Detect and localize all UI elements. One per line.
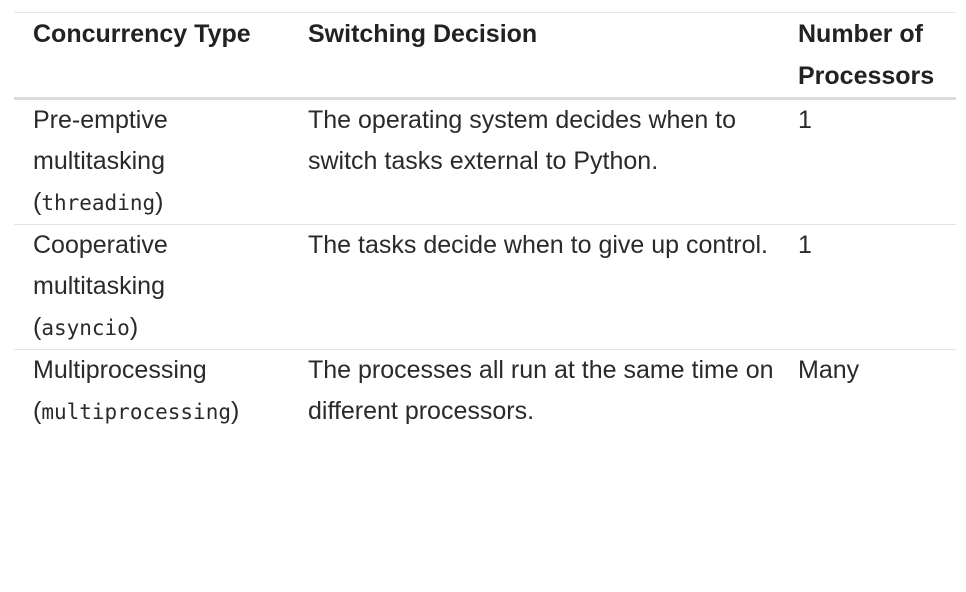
header-concurrency-type: Concurrency Type	[14, 13, 308, 100]
module-paren-close: )	[155, 188, 164, 216]
cell-switching-decision: The operating system decides when to swi…	[308, 98, 798, 225]
header-number-of-processors: Number of Processors	[798, 13, 956, 100]
module-paren-close: )	[230, 397, 240, 425]
module-name: asyncio	[41, 316, 130, 340]
cell-concurrency-type: Multiprocessing (multiprocessing)	[14, 350, 308, 434]
cell-number-of-processors: Many	[798, 356, 860, 384]
type-label-line1: Multiprocessing	[33, 356, 207, 384]
type-label-line2: multitasking	[33, 272, 165, 300]
cell-number-of-processors: 1	[798, 98, 956, 225]
module-name: threading	[41, 191, 156, 215]
header-switching-decision: Switching Decision	[308, 13, 798, 100]
cell-concurrency-type: Pre-emptive multitasking (threading)	[14, 98, 308, 225]
type-label-line1: Cooperative	[33, 231, 168, 259]
header-row: Concurrency Type Switching Decision Numb…	[14, 13, 956, 100]
cell-switching-decision: The tasks decide when to give up control…	[308, 224, 798, 350]
cell-concurrency-type: Cooperative multitasking (asyncio)	[14, 224, 308, 350]
cell-switching-decision: The processes all run at the same time o…	[308, 356, 774, 425]
type-label-line1: Pre-emptive	[33, 106, 168, 134]
table-row: Pre-emptive multitasking (threading) The o…	[14, 98, 956, 225]
concurrency-table: Concurrency Type Switching Decision Numb…	[14, 13, 956, 433]
table-body: Pre-emptive multitasking (threading) The o…	[14, 98, 956, 434]
module-name: multiprocessing	[41, 400, 231, 424]
table-header: Concurrency Type Switching Decision Numb…	[14, 13, 956, 100]
module-paren-close: )	[129, 313, 139, 341]
table-row: Multiprocessing (multiprocessing) The pro…	[14, 350, 956, 434]
cell-number-of-processors: 1	[798, 224, 956, 350]
type-label-line2: multitasking	[33, 147, 165, 175]
page: Concurrency Type Switching Decision Numb…	[0, 0, 966, 592]
table-row: Cooperative multitasking (asyncio) The tas…	[14, 224, 956, 350]
